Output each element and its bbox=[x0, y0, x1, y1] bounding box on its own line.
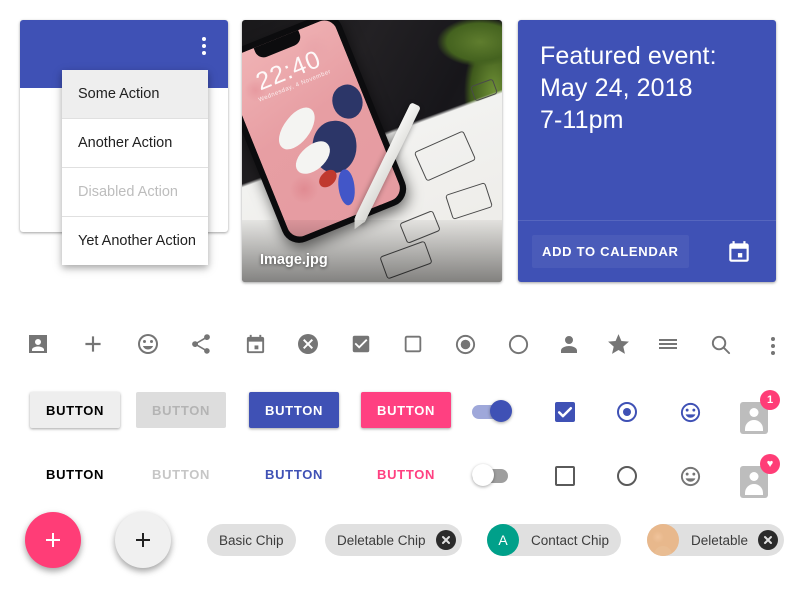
menu-item-another-action[interactable]: Another Action bbox=[62, 119, 208, 167]
status-badge-heart: ♥ bbox=[760, 454, 780, 474]
radio-blank-icon[interactable] bbox=[494, 320, 542, 368]
fab-default[interactable] bbox=[115, 512, 171, 568]
featured-event-card: Featured event: May 24, 2018 7-11pm ADD … bbox=[518, 20, 776, 282]
wallpaper-shape bbox=[336, 168, 357, 207]
event-title-line-3: 7-11pm bbox=[540, 106, 624, 134]
radio-checked[interactable] bbox=[617, 402, 637, 422]
menu-item-some-action[interactable]: Some Action bbox=[62, 70, 208, 118]
sketch-mark bbox=[469, 78, 499, 102]
fab-accent[interactable] bbox=[25, 512, 81, 568]
menu-item-disabled-action: Disabled Action bbox=[62, 168, 208, 216]
deletable-avatar-chip[interactable]: Deletable bbox=[647, 524, 785, 556]
person-icon[interactable] bbox=[545, 320, 593, 368]
image-filename-label: Image.jpg bbox=[260, 252, 328, 268]
close-icon[interactable] bbox=[758, 530, 779, 550]
phone-photo-object: 22:40 Wednesday, 4 November bbox=[242, 20, 412, 249]
raised-button-accent[interactable]: BUTTON bbox=[361, 392, 452, 428]
add-icon[interactable] bbox=[69, 320, 117, 368]
radio-unchecked[interactable] bbox=[617, 466, 637, 486]
sketch-mark bbox=[413, 130, 477, 182]
chip-label: Deletable bbox=[691, 532, 749, 548]
raised-button-disabled: BUTTON bbox=[136, 392, 227, 428]
wallpaper-shape bbox=[327, 80, 368, 124]
emoji-primary-icon[interactable] bbox=[679, 401, 702, 429]
raised-button-default[interactable]: BUTTON bbox=[30, 392, 121, 428]
more-vert-icon[interactable] bbox=[749, 320, 797, 368]
radio-checked-icon[interactable] bbox=[441, 320, 489, 368]
add-to-calendar-button[interactable]: ADD TO CALENDAR bbox=[532, 235, 689, 268]
add-icon bbox=[46, 533, 60, 547]
search-icon[interactable] bbox=[696, 320, 744, 368]
cards-row: Some Action Another Action Disabled Acti… bbox=[0, 0, 800, 300]
sketch-mark bbox=[445, 182, 493, 220]
event-card-actions: ADD TO CALENDAR bbox=[518, 220, 776, 282]
emoji-outline-icon[interactable] bbox=[124, 320, 172, 368]
phone-screen: 22:40 Wednesday, 4 November bbox=[242, 20, 404, 241]
controls-row-flat: BUTTON BUTTON BUTTON BUTTON ♥ bbox=[0, 448, 800, 512]
menu-icon[interactable] bbox=[644, 320, 692, 368]
raised-button-primary[interactable]: BUTTON bbox=[249, 392, 340, 428]
dropdown-menu: Some Action Another Action Disabled Acti… bbox=[62, 70, 208, 265]
flat-button-primary[interactable]: BUTTON bbox=[249, 456, 339, 492]
avatar: A bbox=[487, 524, 519, 556]
more-vert-icon[interactable] bbox=[192, 32, 216, 56]
chip-label: Deletable Chip bbox=[337, 532, 426, 548]
badge-avatar-heart[interactable]: ♥ bbox=[736, 454, 780, 500]
close-icon[interactable] bbox=[435, 530, 456, 550]
calendar-icon[interactable] bbox=[231, 320, 279, 368]
flat-button-accent[interactable]: BUTTON bbox=[361, 456, 451, 492]
switch-on[interactable] bbox=[472, 399, 516, 423]
basic-chip[interactable]: Basic Chip bbox=[207, 524, 296, 556]
account-box-icon[interactable] bbox=[14, 320, 62, 368]
image-caption-scrim bbox=[242, 220, 502, 282]
contact-chip[interactable]: A Contact Chip bbox=[487, 524, 622, 556]
fab-chip-row: Basic Chip Deletable Chip A Contact Chip… bbox=[0, 512, 800, 600]
star-icon[interactable] bbox=[594, 320, 642, 368]
deletable-chip[interactable]: Deletable Chip bbox=[325, 524, 462, 556]
add-icon bbox=[136, 533, 150, 547]
calendar-icon[interactable] bbox=[726, 239, 752, 265]
emoji-grey-icon[interactable] bbox=[679, 465, 702, 493]
checkbox-checked[interactable] bbox=[555, 402, 575, 422]
share-icon[interactable] bbox=[177, 320, 225, 368]
switch-thumb[interactable] bbox=[490, 400, 512, 422]
image-card[interactable]: 22:40 Wednesday, 4 November Image.jpg bbox=[242, 20, 502, 282]
controls-row-raised: BUTTON BUTTON BUTTON BUTTON 1 bbox=[0, 384, 800, 448]
event-title: Featured event: May 24, 2018 7-11pm bbox=[518, 20, 776, 136]
event-title-line-1: Featured event: bbox=[540, 42, 717, 70]
avatar-photo bbox=[647, 524, 679, 556]
checkbox-blank-icon[interactable] bbox=[389, 320, 437, 368]
checkbox-checked-icon[interactable] bbox=[337, 320, 385, 368]
flat-button-default[interactable]: BUTTON bbox=[30, 456, 120, 492]
flat-button-disabled: BUTTON bbox=[136, 456, 226, 492]
menu-item-yet-another-action[interactable]: Yet Another Action bbox=[62, 217, 208, 265]
chip-label: Contact Chip bbox=[531, 532, 610, 548]
switch-thumb[interactable] bbox=[472, 464, 494, 486]
badge-avatar-count[interactable]: 1 bbox=[736, 390, 780, 436]
checkbox-unchecked[interactable] bbox=[555, 466, 575, 486]
icon-toolbar-row bbox=[0, 320, 800, 380]
cancel-filled-icon[interactable] bbox=[284, 320, 332, 368]
status-badge: 1 bbox=[760, 390, 780, 410]
switch-off[interactable] bbox=[472, 463, 516, 487]
event-title-line-2: May 24, 2018 bbox=[540, 74, 693, 102]
chip-label: Basic Chip bbox=[219, 532, 284, 548]
